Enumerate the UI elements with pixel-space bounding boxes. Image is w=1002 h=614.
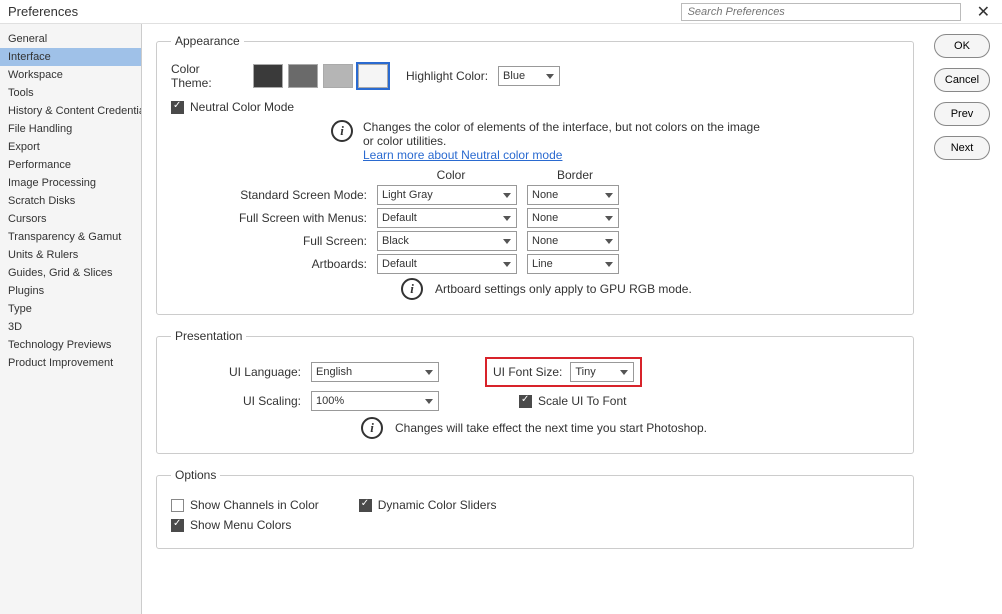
sidebar-item-tools[interactable]: Tools [0,84,141,102]
sidebar: GeneralInterfaceWorkspaceToolsHistory & … [0,24,142,614]
theme-swatch-3[interactable] [358,64,388,88]
sidebar-item-workspace[interactable]: Workspace [0,66,141,84]
sidebar-item-image-processing[interactable]: Image Processing [0,174,141,192]
sidebar-item-interface[interactable]: Interface [0,48,141,66]
show-channels-label: Show Channels in Color [190,498,319,512]
neutral-desc: Changes the color of elements of the int… [363,120,763,148]
border-column-header: Border [525,168,625,182]
neutral-color-label: Neutral Color Mode [190,100,294,114]
mode-label-0: Standard Screen Mode: [217,188,367,202]
sidebar-item-plugins[interactable]: Plugins [0,282,141,300]
ui-scaling-select[interactable]: 100% [311,391,439,411]
mode-color-select-0[interactable]: Light Gray [377,185,517,205]
theme-swatch-2[interactable] [323,64,353,88]
sidebar-item-cursors[interactable]: Cursors [0,210,141,228]
appearance-group: Appearance Color Theme: Highlight Color:… [156,34,914,315]
info-icon: i [331,120,353,142]
info-icon: i [361,417,383,439]
sidebar-item-type[interactable]: Type [0,300,141,318]
sidebar-item-general[interactable]: General [0,30,141,48]
prev-button[interactable]: Prev [934,102,990,126]
presentation-legend: Presentation [171,329,246,343]
search-input[interactable] [681,3,961,21]
options-legend: Options [171,468,220,482]
dynamic-sliders-label: Dynamic Color Sliders [378,498,497,512]
mode-color-select-2[interactable]: Black [377,231,517,251]
scale-ui-to-font-checkbox[interactable] [519,395,532,408]
sidebar-item-technology-previews[interactable]: Technology Previews [0,336,141,354]
show-menu-colors-checkbox[interactable] [171,519,184,532]
next-button[interactable]: Next [934,136,990,160]
show-menu-colors-label: Show Menu Colors [190,518,291,532]
restart-note: Changes will take effect the next time y… [395,421,707,435]
sidebar-item-3d[interactable]: 3D [0,318,141,336]
mode-border-select-2[interactable]: None [527,231,619,251]
dynamic-sliders-checkbox[interactable] [359,499,372,512]
sidebar-item-scratch-disks[interactable]: Scratch Disks [0,192,141,210]
ui-font-size-label: UI Font Size: [493,365,562,379]
theme-swatches [253,64,388,88]
neutral-learn-more-link[interactable]: Learn more about Neutral color mode [363,148,763,162]
appearance-legend: Appearance [171,34,244,48]
mode-border-select-0[interactable]: None [527,185,619,205]
ok-button[interactable]: OK [934,34,990,58]
ui-scaling-label: UI Scaling: [171,394,301,408]
mode-label-1: Full Screen with Menus: [217,211,367,225]
sidebar-item-history-content-credentials[interactable]: History & Content Credentials [0,102,141,120]
sidebar-item-file-handling[interactable]: File Handling [0,120,141,138]
sidebar-item-transparency-gamut[interactable]: Transparency & Gamut [0,228,141,246]
highlight-color-label: Highlight Color: [406,69,488,83]
cancel-button[interactable]: Cancel [934,68,990,92]
sidebar-item-units-rulers[interactable]: Units & Rulers [0,246,141,264]
ui-language-label: UI Language: [171,365,301,379]
color-theme-label: Color Theme: [171,62,243,90]
info-icon: i [401,278,423,300]
sidebar-item-guides-grid-slices[interactable]: Guides, Grid & Slices [0,264,141,282]
sidebar-item-export[interactable]: Export [0,138,141,156]
ui-language-select[interactable]: English [311,362,439,382]
mode-border-select-1[interactable]: None [527,208,619,228]
options-group: Options Show Channels in Color Dynamic C… [156,468,914,549]
mode-border-select-3[interactable]: Line [527,254,619,274]
ui-font-size-select[interactable]: Tiny [570,362,634,382]
window-title: Preferences [8,4,78,19]
sidebar-item-product-improvement[interactable]: Product Improvement [0,354,141,372]
color-column-header: Color [377,168,525,182]
mode-color-select-3[interactable]: Default [377,254,517,274]
close-icon[interactable]: ✕ [973,2,994,22]
mode-color-select-1[interactable]: Default [377,208,517,228]
theme-swatch-1[interactable] [288,64,318,88]
sidebar-item-performance[interactable]: Performance [0,156,141,174]
show-channels-checkbox[interactable] [171,499,184,512]
highlight-color-select[interactable]: Blue [498,66,560,86]
scale-ui-to-font-label: Scale UI To Font [538,394,627,408]
ui-font-size-highlight: UI Font Size: Tiny [485,357,642,387]
mode-label-3: Artboards: [217,257,367,271]
theme-swatch-0[interactable] [253,64,283,88]
mode-label-2: Full Screen: [217,234,367,248]
artboard-note: Artboard settings only apply to GPU RGB … [435,282,692,296]
neutral-color-checkbox[interactable] [171,101,184,114]
presentation-group: Presentation UI Language: English UI Fon… [156,329,914,454]
